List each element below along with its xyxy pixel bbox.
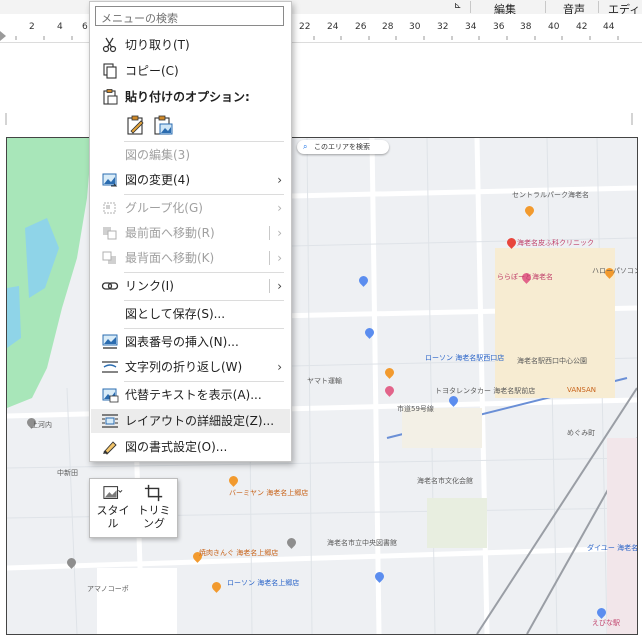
submenu-arrow-icon: › (277, 251, 282, 265)
menu-item-label: グループ化(G) (125, 201, 203, 215)
submenu-arrow-icon: › (277, 173, 282, 187)
ribbon-separator (545, 1, 546, 13)
map-label: 市道59号線 (397, 405, 434, 413)
map-label: ローソン 海老名駅西口店 (425, 354, 505, 362)
map-label: セントラルパーク海老名 (512, 191, 589, 199)
menu-item-label: 最前面へ移動(R) (125, 226, 215, 240)
menu-item-format-picture[interactable]: 図の書式設定(O)... (91, 435, 290, 459)
mini-toolbar: スタイル トリミング (89, 478, 178, 538)
map-label: ダイユー 海老名店 (587, 544, 638, 552)
ribbon-separator (470, 1, 471, 13)
style-label: スタイル (96, 504, 130, 530)
menu-separator (124, 328, 284, 329)
map-label: アマノコーポ (87, 585, 129, 593)
menu-item-label: 図として保存(S)... (125, 307, 226, 321)
copy-icon (103, 63, 117, 79)
clipboard-icon (103, 89, 118, 105)
insert-caption-icon (102, 334, 118, 349)
split-separator (269, 251, 270, 265)
split-separator (269, 226, 270, 240)
paste-as-picture-icon[interactable] (152, 114, 174, 136)
menu-item-label: 切り取り(T) (125, 38, 190, 52)
map-label: めぐみ町 (567, 429, 596, 437)
menu-separator (124, 141, 284, 142)
menu-item-label: 図表番号の挿入(N)... (125, 335, 239, 349)
search-icon: ⌕ (303, 142, 308, 151)
menu-separator (124, 300, 284, 301)
menu-item-paste-options: 貼り付けのオプション: (91, 85, 290, 109)
submenu-arrow-icon: › (277, 201, 282, 215)
format-picture-icon (103, 441, 117, 455)
group-icon (103, 202, 116, 214)
map-label: ハローパソコン教室 (592, 267, 637, 275)
crop-label: トリミング (137, 504, 171, 530)
context-menu: 切り取り(T) コピー(C) 貼り付けのオプション: 図の編集(3) (89, 1, 292, 462)
menu-item-label: 文字列の折り返し(W) (125, 360, 243, 374)
map-label: ヤマト運輸 (307, 377, 342, 385)
alt-text-icon (102, 388, 119, 403)
menu-search-box[interactable] (95, 6, 284, 27)
menu-item-label: 代替テキストを表示(A)... (125, 388, 262, 402)
menu-search-input[interactable] (101, 10, 281, 27)
submenu-arrow-icon: › (277, 360, 282, 374)
menu-item-label: 最背面へ移動(K) (125, 251, 215, 265)
crop-icon (144, 484, 163, 502)
menu-item-copy[interactable]: コピー(C) (91, 59, 290, 83)
menu-item-group: グループ化(G) › (91, 196, 290, 220)
wrap-text-icon (102, 361, 118, 373)
style-button[interactable]: スタイル (93, 482, 133, 534)
menu-item-label: 図の変更(4) (125, 173, 190, 187)
send-to-back-icon (102, 251, 116, 264)
paste-keep-format-icon[interactable] (125, 114, 147, 136)
menu-separator (124, 381, 284, 382)
menu-item-edit-picture: 図の編集(3) (91, 143, 290, 167)
menu-item-save-as-picture[interactable]: 図として保存(S)... (91, 302, 290, 326)
submenu-arrow-icon: › (277, 279, 282, 293)
menu-item-label: リンク(I) (125, 279, 174, 293)
ribbon-launcher-icon[interactable]: ⊾ (454, 1, 462, 11)
crop-button[interactable]: トリミング (134, 482, 174, 534)
menu-separator (124, 272, 284, 273)
map-label: トヨタレンタカー 海老名駅前店 (435, 387, 536, 395)
menu-separator (124, 194, 284, 195)
link-icon (101, 282, 119, 290)
scissors-icon (102, 37, 117, 53)
map-label: えびな駅 (592, 619, 620, 627)
menu-item-insert-caption[interactable]: 図表番号の挿入(N)... (91, 330, 290, 354)
bring-to-front-icon (103, 227, 117, 240)
map-label: 上河内 (31, 421, 52, 429)
menu-item-layout-settings[interactable]: レイアウトの詳細設定(Z)... (91, 409, 290, 433)
menu-item-label: 図の書式設定(O)... (125, 440, 228, 454)
map-label: ららぽーと海老名 (497, 273, 553, 281)
map-label: 海老名市文化会館 (417, 477, 473, 485)
change-picture-icon (102, 173, 118, 187)
map-label: 中新田 (57, 469, 78, 477)
menu-item-change-picture[interactable]: 図の変更(4) › (91, 168, 290, 192)
menu-item-label: コピー(C) (125, 64, 179, 78)
map-label: VANSAN (567, 386, 596, 394)
submenu-arrow-icon: › (277, 226, 282, 240)
menu-item-alt-text[interactable]: 代替テキストを表示(A)... (91, 383, 290, 407)
map-label: 海老名皮ふ科クリニック (517, 239, 594, 247)
menu-item-wrap-text[interactable]: 文字列の折り返し(W) › (91, 355, 290, 379)
picture-style-icon (103, 486, 123, 499)
menu-item-label: 図の編集(3) (125, 148, 190, 162)
map-label: バーミヤン 海老名上郷店 (229, 489, 309, 497)
ribbon-separator (598, 1, 599, 13)
menu-item-cut[interactable]: 切り取り(T) (91, 33, 290, 57)
split-separator (269, 279, 270, 293)
map-label: ローソン 海老名上郷店 (227, 579, 300, 587)
menu-item-label: 貼り付けのオプション: (125, 90, 250, 104)
menu-item-bring-to-front: 最前面へ移動(R) › (91, 221, 290, 245)
menu-item-label: レイアウトの詳細設定(Z)... (125, 414, 275, 428)
map-label: 海老名駅西口中心公園 (517, 357, 587, 365)
map-label: 海老名市立中央図書館 (327, 539, 397, 547)
menu-item-link[interactable]: リンク(I) › (91, 274, 290, 298)
menu-item-send-to-back: 最背面へ移動(K) › (91, 246, 290, 270)
map-search-area-button[interactable]: ⌕ このエリアを検索 (297, 140, 389, 154)
map-label: 焼肉きんぐ 海老名上郷店 (199, 549, 279, 557)
layout-settings-icon (102, 414, 118, 428)
